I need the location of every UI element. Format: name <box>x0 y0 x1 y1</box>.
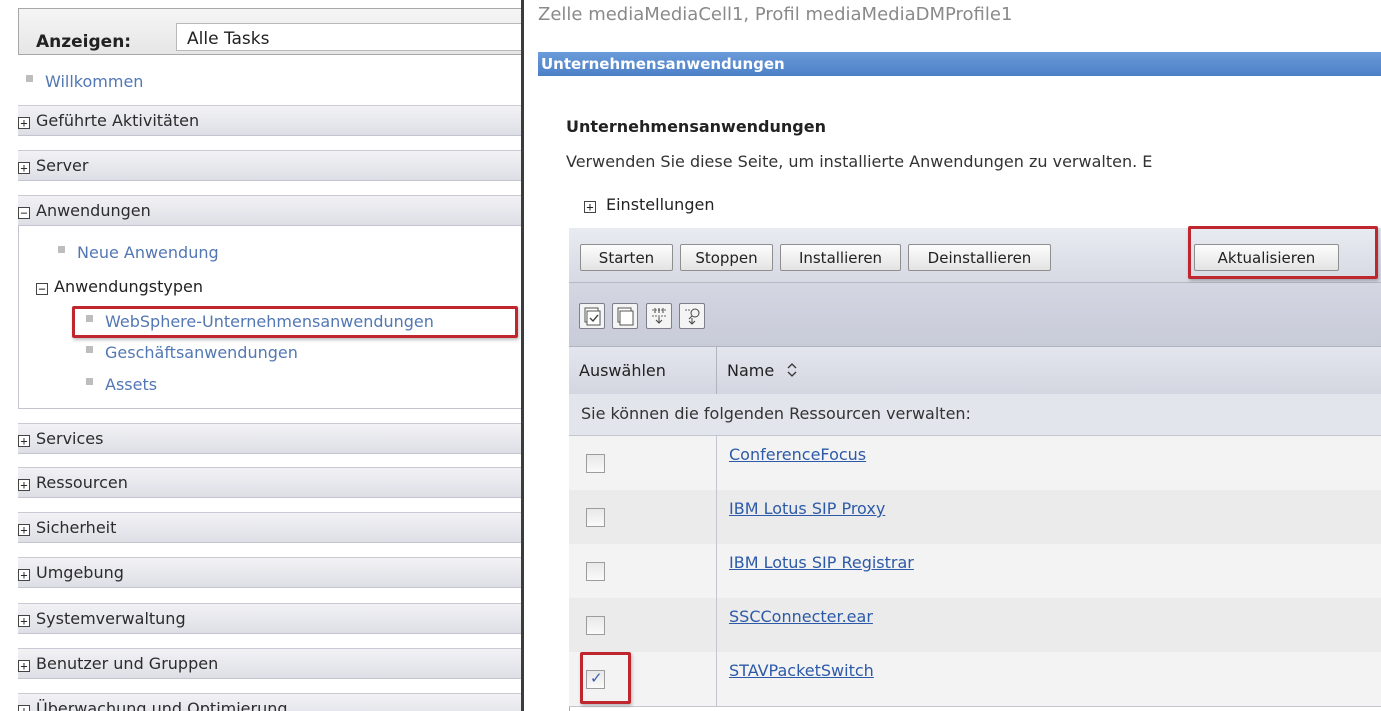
column-divider <box>716 490 717 544</box>
expand-icon[interactable]: + <box>18 615 30 627</box>
column-divider <box>716 436 717 490</box>
nav-category-label: Ressourcen <box>36 473 128 492</box>
nav-category-label: Services <box>36 429 104 448</box>
nav-welcome-label: Willkommen <box>45 72 144 91</box>
table-icon-toolbar <box>569 283 1381 347</box>
nav-category-label: Überwachung und Optimierung <box>36 699 288 711</box>
application-link[interactable]: IBM Lotus SIP Proxy <box>729 499 885 518</box>
expand-icon[interactable]: + <box>584 201 596 213</box>
expand-icon[interactable]: + <box>18 569 30 581</box>
nav-new-application-label: Neue Anwendung <box>77 243 219 262</box>
collapse-icon[interactable]: − <box>36 283 48 295</box>
table-info-text: Sie können die folgenden Ressourcen verw… <box>581 404 971 423</box>
main-content: Zelle mediaMediaCell1, Profil mediaMedia… <box>524 0 1381 711</box>
page-title: Unternehmensanwendungen <box>566 117 826 136</box>
column-divider <box>716 652 717 706</box>
nav-application-types-label: Anwendungstypen <box>54 277 203 296</box>
highlight-frame-update <box>1188 226 1378 279</box>
nav-category-services[interactable]: + Services <box>18 423 521 454</box>
nav-category-label: Anwendungen <box>36 201 151 220</box>
install-button[interactable]: Installieren <box>780 244 901 271</box>
expand-icon[interactable]: + <box>18 660 30 672</box>
nav-category-servers[interactable]: + Server <box>18 150 521 181</box>
row-checkbox[interactable] <box>586 616 605 635</box>
sort-icon[interactable] <box>785 362 799 378</box>
table-row: STAVPacketSwitch <box>569 652 1381 707</box>
nav-new-application-link[interactable]: Neue Anwendung <box>58 243 219 262</box>
nav-category-monitoring-tuning[interactable]: + Überwachung und Optimierung <box>18 693 521 711</box>
view-filter-label: Anzeigen: <box>36 32 132 52</box>
nav-assets-link[interactable]: Assets <box>86 375 157 394</box>
nav-category-users-groups[interactable]: + Benutzer und Gruppen <box>18 648 521 679</box>
page-description: Verwenden Sie diese Seite, um installier… <box>566 152 1153 171</box>
table-row: SSCConnecter.ear <box>569 598 1381 653</box>
column-header-name-label: Name <box>727 361 775 380</box>
nav-category-label: Benutzer und Gruppen <box>36 654 219 673</box>
application-link[interactable]: STAVPacketSwitch <box>729 661 874 680</box>
preferences-toggle[interactable]: + Einstellungen <box>584 195 714 214</box>
application-link[interactable]: SSCConnecter.ear <box>729 607 873 626</box>
nav-category-applications[interactable]: − Anwendungen <box>18 195 521 226</box>
application-link[interactable]: IBM Lotus SIP Registrar <box>729 553 914 572</box>
breadcrumb: Zelle mediaMediaCell1, Profil mediaMedia… <box>538 4 1013 25</box>
deselect-all-icon[interactable] <box>612 303 638 329</box>
expand-icon[interactable]: + <box>18 162 30 174</box>
nav-category-label: Systemverwaltung <box>36 609 186 628</box>
column-divider <box>716 347 717 394</box>
nav-category-environment[interactable]: + Umgebung <box>18 557 521 588</box>
row-checkbox[interactable] <box>586 508 605 527</box>
nav-category-label: Geführte Aktivitäten <box>36 111 200 130</box>
view-filter-select[interactable]: Alle Tasks <box>176 23 521 51</box>
row-checkbox[interactable] <box>586 562 605 581</box>
bullet-icon <box>26 75 33 82</box>
nav-application-types[interactable]: − Anwendungstypen <box>36 277 203 296</box>
expand-filter-icon[interactable] <box>646 303 672 329</box>
column-header-select: Auswählen <box>579 361 666 380</box>
select-all-icon[interactable] <box>579 303 605 329</box>
column-header-name[interactable]: Name <box>727 361 799 380</box>
row-checkbox[interactable] <box>586 454 605 473</box>
table-header-row: Auswählen Name <box>569 347 1381 395</box>
table-row: IBM Lotus SIP Proxy <box>569 490 1381 545</box>
nav-business-apps-link[interactable]: Geschäftsanwendungen <box>86 343 298 362</box>
bullet-icon <box>86 346 93 353</box>
expand-icon[interactable]: + <box>18 705 30 711</box>
nav-category-label: Server <box>36 156 89 175</box>
application-link[interactable]: ConferenceFocus <box>729 445 866 464</box>
bullet-icon <box>86 378 93 385</box>
nav-assets-label: Assets <box>105 375 158 394</box>
panel-title-bar: Unternehmensanwendungen <box>538 52 1381 76</box>
table-info-row: Sie können die folgenden Ressourcen verw… <box>569 394 1381 436</box>
stop-button[interactable]: Stoppen <box>680 244 773 271</box>
view-filter: Anzeigen: Alle Tasks <box>18 8 521 55</box>
expand-icon[interactable]: + <box>18 117 30 129</box>
expand-icon[interactable]: + <box>18 435 30 447</box>
highlight-frame-nav <box>72 306 518 338</box>
bullet-icon <box>58 246 65 253</box>
nav-welcome-link[interactable]: Willkommen <box>26 72 143 91</box>
expand-icon[interactable]: + <box>18 479 30 491</box>
column-divider <box>716 598 717 652</box>
uninstall-button[interactable]: Deinstallieren <box>908 244 1051 271</box>
nav-category-resources[interactable]: + Ressourcen <box>18 467 521 498</box>
nav-category-guided-activities[interactable]: + Geführte Aktivitäten <box>18 105 521 136</box>
nav-business-apps-label: Geschäftsanwendungen <box>105 343 298 362</box>
collapse-icon[interactable]: − <box>18 207 30 219</box>
preferences-label: Einstellungen <box>606 195 715 214</box>
nav-category-system-administration[interactable]: + Systemverwaltung <box>18 603 521 634</box>
table-row: IBM Lotus SIP Registrar <box>569 544 1381 599</box>
highlight-frame-checkbox <box>580 652 631 704</box>
nav-category-label: Sicherheit <box>36 518 117 537</box>
show-filter-icon[interactable] <box>679 303 705 329</box>
start-button[interactable]: Starten <box>580 244 673 271</box>
nav-category-label: Umgebung <box>36 563 124 582</box>
navigation-panel: Anzeigen: Alle Tasks Willkommen + Geführt… <box>0 0 524 711</box>
column-divider <box>716 544 717 598</box>
expand-icon[interactable]: + <box>18 524 30 536</box>
nav-category-security[interactable]: + Sicherheit <box>18 512 521 543</box>
table-row: ConferenceFocus <box>569 436 1381 491</box>
